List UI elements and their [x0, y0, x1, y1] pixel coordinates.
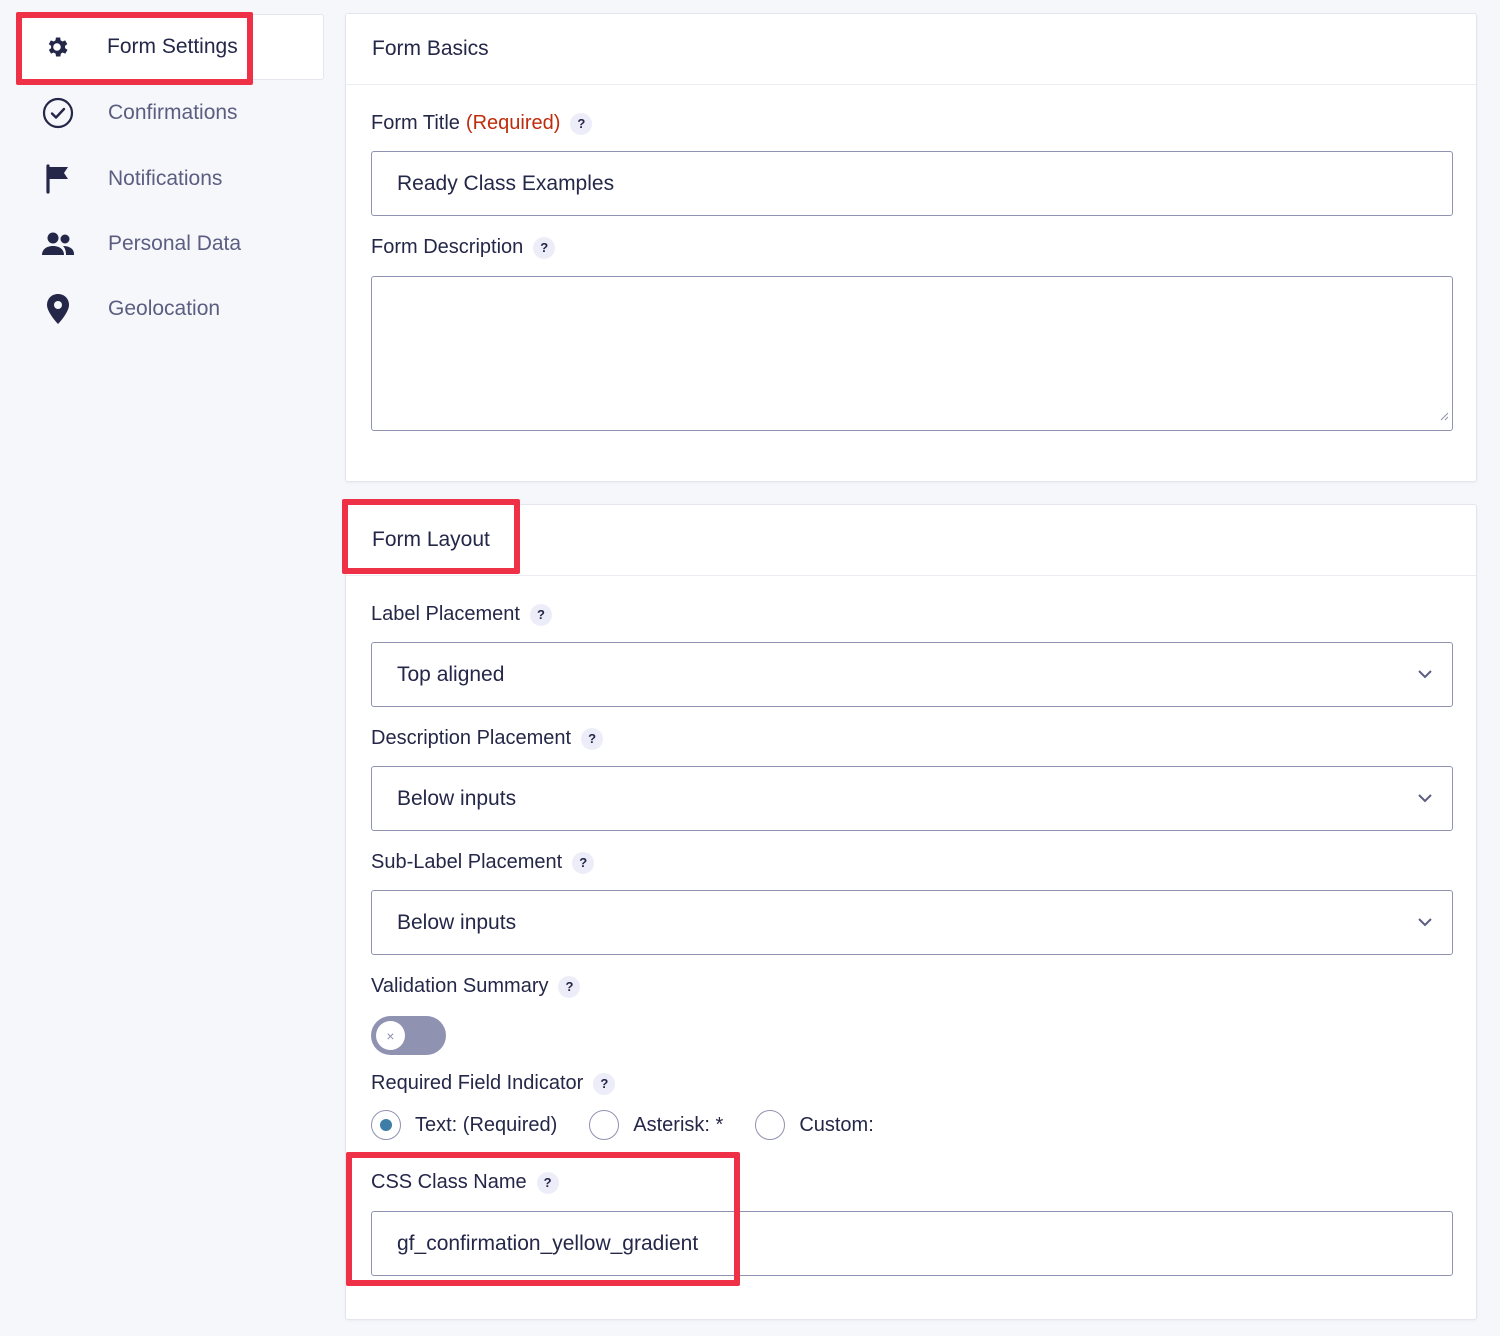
- radio-button[interactable]: [755, 1110, 786, 1140]
- required-text: (Required): [465, 112, 561, 134]
- form-description-label: Form Description ?: [371, 236, 556, 259]
- sidebar-item-label: Geolocation: [108, 297, 221, 320]
- form-title-input[interactable]: Ready Class Examples: [371, 151, 1453, 216]
- validation-summary-label: Validation Summary ?: [371, 975, 581, 998]
- check-circle-icon: [40, 95, 76, 131]
- form-title-label: Form Title (Required) ?: [371, 112, 593, 135]
- help-icon[interactable]: ?: [533, 236, 556, 259]
- radio-option-asterisk[interactable]: Asterisk: *: [589, 1110, 723, 1140]
- sidebar-item-label: Personal Data: [108, 232, 242, 255]
- form-title-value: Ready Class Examples: [397, 171, 615, 195]
- map-pin-icon: [40, 291, 76, 327]
- sidebar-item-geolocation[interactable]: Geolocation: [28, 277, 220, 341]
- radio-label: Text: (Required): [415, 1113, 558, 1136]
- users-icon: [40, 226, 76, 262]
- form-description-textarea[interactable]: [371, 276, 1453, 431]
- sidebar-item-confirmations[interactable]: Confirmations: [28, 81, 238, 145]
- sidebar-item-label: Notifications: [108, 167, 223, 190]
- form-basics-title: Form Basics: [346, 14, 1476, 85]
- sidebar-item-notifications[interactable]: Notifications: [28, 147, 222, 211]
- sublabel-placement-value: Below inputs: [397, 910, 517, 934]
- radio-label: Asterisk: *: [633, 1113, 724, 1136]
- css-class-label: CSS Class Name ?: [371, 1171, 559, 1194]
- help-icon[interactable]: ?: [558, 975, 581, 998]
- form-title-label-text: Form Title: [371, 112, 460, 134]
- form-basics-panel: Form Basics Form Title (Required) ? Read…: [345, 13, 1477, 482]
- chevron-down-icon: [1416, 789, 1434, 813]
- css-class-input[interactable]: gf_confirmation_yellow_gradient: [371, 1211, 1453, 1276]
- chevron-down-icon: [1416, 913, 1434, 937]
- form-layout-title: Form Layout: [346, 505, 1476, 576]
- sidebar-item-label: Form Settings: [107, 35, 238, 58]
- description-placement-label: Description Placement ?: [371, 727, 604, 750]
- sublabel-placement-label: Sub-Label Placement ?: [371, 851, 595, 874]
- help-icon[interactable]: ?: [529, 603, 552, 626]
- form-description-label-text: Form Description: [371, 236, 524, 258]
- help-icon[interactable]: ?: [536, 1171, 559, 1194]
- help-icon[interactable]: ?: [572, 851, 595, 874]
- sublabel-placement-select[interactable]: Below inputs: [371, 890, 1453, 955]
- gear-icon: [39, 29, 75, 65]
- settings-sidebar: Form Settings Confirmations Notification…: [0, 0, 330, 1336]
- toggle-knob: ×: [376, 1021, 405, 1050]
- radio-label: Custom:: [799, 1113, 874, 1136]
- radio-button[interactable]: [371, 1110, 401, 1140]
- css-class-value: gf_confirmation_yellow_gradient: [397, 1231, 699, 1255]
- label-placement-value: Top aligned: [397, 662, 505, 686]
- radio-option-custom[interactable]: Custom:: [755, 1110, 874, 1140]
- sublabel-placement-label-text: Sub-Label Placement: [371, 851, 563, 873]
- css-class-label-text: CSS Class Name: [371, 1171, 527, 1193]
- validation-summary-label-text: Validation Summary: [371, 975, 549, 997]
- resize-handle-icon[interactable]: [1439, 403, 1449, 427]
- radio-button[interactable]: [589, 1110, 620, 1140]
- sidebar-item-form-settings[interactable]: Form Settings: [16, 14, 324, 80]
- sidebar-item-label: Confirmations: [108, 101, 238, 124]
- description-placement-select[interactable]: Below inputs: [371, 766, 1453, 831]
- label-placement-label-text: Label Placement: [371, 603, 520, 625]
- help-icon[interactable]: ?: [581, 727, 604, 750]
- form-layout-panel: Form Layout Label Placement ? Top aligne…: [345, 504, 1477, 1320]
- radio-option-text[interactable]: Text: (Required): [371, 1110, 557, 1140]
- description-placement-label-text: Description Placement: [371, 727, 572, 749]
- help-icon[interactable]: ?: [570, 112, 593, 135]
- required-indicator-options: Text: (Required) Asterisk: * Custom:: [371, 1110, 906, 1140]
- radio-selected-dot: [380, 1119, 392, 1131]
- required-indicator-label-text: Required Field Indicator: [371, 1072, 584, 1094]
- close-icon: ×: [386, 1027, 395, 1044]
- sidebar-item-personal-data[interactable]: Personal Data: [28, 212, 241, 276]
- help-icon[interactable]: ?: [593, 1072, 616, 1095]
- chevron-down-icon: [1416, 665, 1434, 689]
- label-placement-label: Label Placement ?: [371, 603, 552, 626]
- label-placement-select[interactable]: Top aligned: [371, 642, 1453, 707]
- flag-icon: [40, 161, 76, 197]
- validation-summary-toggle[interactable]: ×: [371, 1016, 446, 1055]
- required-indicator-label: Required Field Indicator ?: [371, 1072, 616, 1095]
- description-placement-value: Below inputs: [397, 786, 517, 810]
